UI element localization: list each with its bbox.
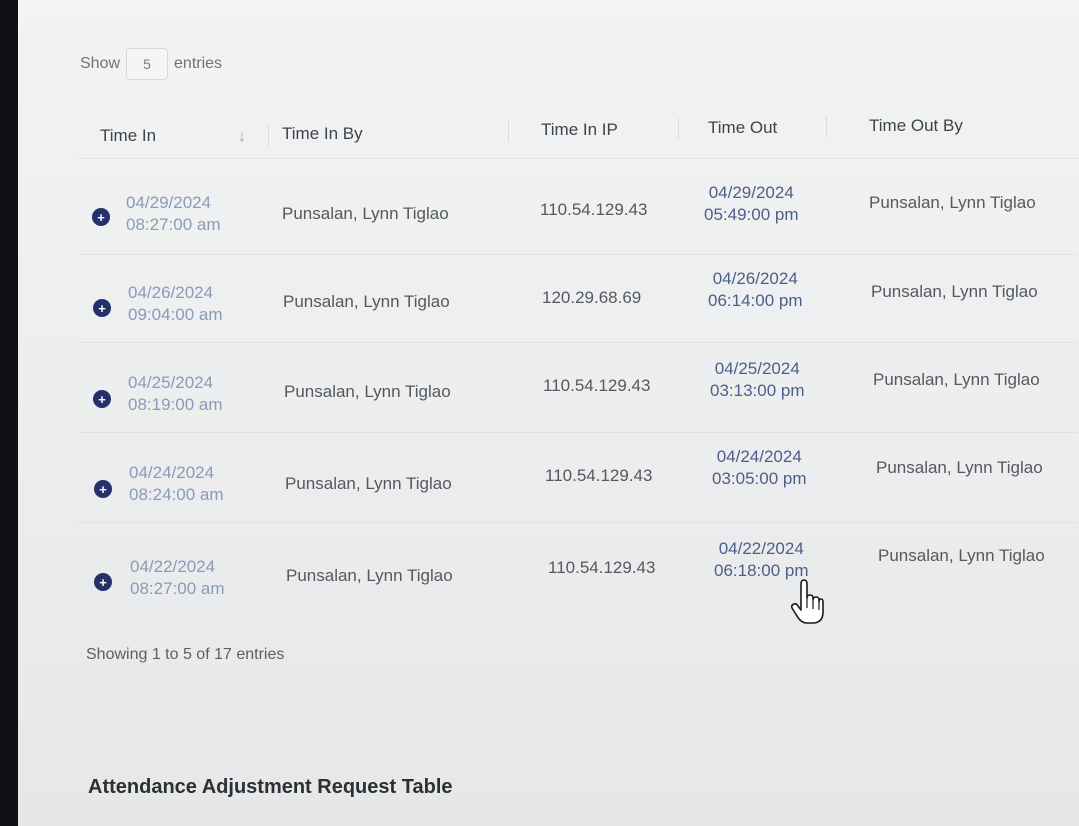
plus-circle-icon[interactable]: +: [94, 573, 112, 591]
time-out-date: 04/22/2024: [718, 539, 804, 558]
time-in-by-cell: Punsalan, Lynn Tiglao: [285, 474, 452, 493]
sort-desc-icon[interactable]: ↓: [238, 128, 246, 146]
length-control: Show 5 entries: [80, 48, 222, 80]
time-out-date: 04/24/2024: [716, 447, 802, 466]
row-divider: [78, 432, 1078, 433]
time-in-time: 09:04:00 am: [128, 305, 223, 324]
time-out-date: 04/29/2024: [708, 183, 794, 202]
time-in-ip-cell: 110.54.129.43: [548, 558, 656, 577]
time-in-date: 04/24/2024: [129, 463, 215, 482]
header-time-out[interactable]: Time Out: [708, 118, 777, 138]
column-divider: [678, 118, 679, 140]
time-in-time: 08:19:00 am: [128, 395, 223, 414]
show-label: Show: [80, 55, 121, 72]
time-out-time: 06:14:00 pm: [708, 291, 803, 310]
time-in-by-cell: Punsalan, Lynn Tiglao: [284, 382, 451, 401]
time-out-time: 03:05:00 pm: [712, 469, 807, 488]
time-in-ip-cell: 120.29.68.69: [542, 288, 642, 307]
time-in-cell[interactable]: 04/26/2024 09:04:00 am: [128, 282, 223, 326]
hand-pointer-icon: [790, 579, 824, 624]
time-out-cell[interactable]: 04/24/2024 03:05:00 pm: [712, 446, 807, 490]
time-out-cell[interactable]: 04/22/2024 06:18:00 pm: [714, 538, 809, 582]
plus-circle-icon[interactable]: +: [92, 208, 110, 226]
plus-circle-icon[interactable]: +: [94, 480, 112, 498]
time-in-date: 04/29/2024: [126, 193, 212, 212]
time-in-time: 08:24:00 am: [129, 485, 224, 504]
time-out-date: 04/25/2024: [714, 359, 800, 378]
column-divider: [508, 120, 509, 142]
time-out-by-cell: Punsalan, Lynn Tiglao: [873, 370, 1040, 389]
time-out-cell[interactable]: 04/26/2024 06:14:00 pm: [708, 268, 803, 312]
header-time-in-by[interactable]: Time In By: [282, 124, 363, 144]
entries-label: entries: [174, 55, 223, 72]
time-in-date: 04/25/2024: [128, 373, 214, 392]
header-divider: [78, 158, 1078, 159]
row-divider: [78, 522, 1078, 523]
time-in-ip-cell: 110.54.129.43: [545, 466, 653, 485]
row-divider: [78, 254, 1078, 255]
time-out-date: 04/26/2024: [712, 269, 798, 288]
section-title: Attendance Adjustment Request Table: [88, 776, 453, 798]
header-time-in[interactable]: Time In: [100, 126, 156, 146]
time-in-by-cell: Punsalan, Lynn Tiglao: [282, 204, 449, 223]
time-in-date: 04/22/2024: [130, 557, 216, 576]
time-in-time: 08:27:00 am: [130, 579, 225, 598]
time-in-cell[interactable]: 04/29/2024 08:27:00 am: [126, 192, 221, 236]
time-in-by-cell: Punsalan, Lynn Tiglao: [286, 566, 453, 585]
time-in-date: 04/26/2024: [128, 283, 214, 302]
time-in-time: 08:27:00 am: [126, 215, 221, 234]
time-in-cell[interactable]: 04/22/2024 08:27:00 am: [130, 556, 225, 600]
plus-circle-icon[interactable]: +: [93, 390, 111, 408]
time-in-by-cell: Punsalan, Lynn Tiglao: [283, 292, 450, 311]
time-out-by-cell: Punsalan, Lynn Tiglao: [878, 546, 1045, 565]
time-out-by-cell: Punsalan, Lynn Tiglao: [876, 458, 1043, 477]
column-divider: [268, 124, 269, 146]
column-divider: [826, 116, 827, 138]
time-in-cell[interactable]: 04/25/2024 08:19:00 am: [128, 372, 223, 416]
time-in-ip-cell: 110.54.129.43: [540, 200, 648, 219]
entries-select[interactable]: 5: [126, 48, 169, 80]
row-divider: [78, 342, 1078, 343]
table-info: Showing 1 to 5 of 17 entries: [86, 646, 285, 663]
time-out-time: 05:49:00 pm: [704, 205, 799, 224]
header-time-out-by[interactable]: Time Out By: [869, 116, 963, 136]
time-out-cell[interactable]: 04/25/2024 03:13:00 pm: [710, 358, 805, 402]
time-out-cell[interactable]: 04/29/2024 05:49:00 pm: [704, 182, 799, 226]
plus-circle-icon[interactable]: +: [93, 299, 111, 317]
time-out-by-cell: Punsalan, Lynn Tiglao: [869, 193, 1036, 212]
time-out-by-cell: Punsalan, Lynn Tiglao: [871, 282, 1038, 301]
time-in-ip-cell: 110.54.129.43: [543, 376, 651, 395]
header-time-in-ip[interactable]: Time In IP: [541, 120, 618, 140]
screen: Show 5 entries Time In ↓ Time In By Time…: [18, 0, 1079, 826]
time-out-time: 03:13:00 pm: [710, 381, 805, 400]
time-in-cell[interactable]: 04/24/2024 08:24:00 am: [129, 462, 224, 506]
